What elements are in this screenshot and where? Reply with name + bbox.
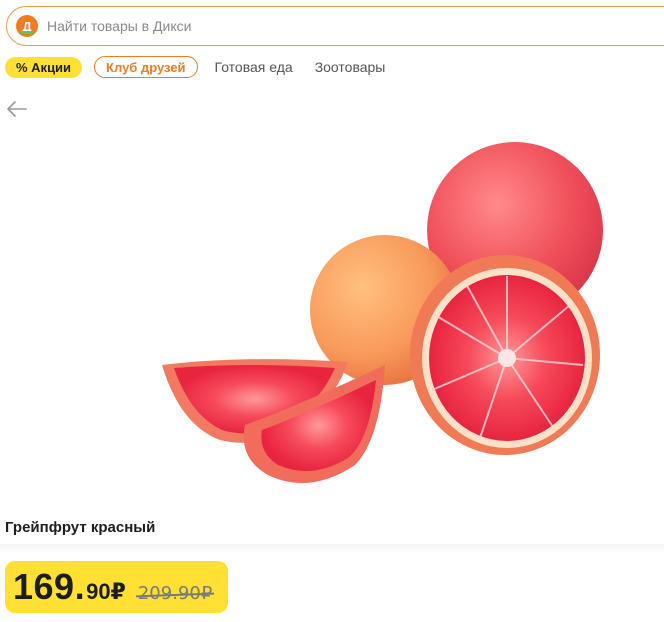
product-title: Грейпфрут красный: [5, 519, 156, 536]
category-ready-food[interactable]: Готовая еда: [215, 59, 293, 75]
search-input[interactable]: [47, 18, 547, 34]
search-bar[interactable]: Д: [6, 6, 664, 46]
section-divider: [0, 544, 664, 554]
category-pet-goods[interactable]: Зоотовары: [315, 59, 386, 75]
promo-chip[interactable]: % Акции: [5, 56, 83, 78]
price-decimal: 90₽: [86, 579, 126, 604]
product-image: [162, 142, 603, 483]
club-chip[interactable]: Клуб друзей: [94, 56, 198, 78]
price-integer: 169.: [13, 566, 86, 607]
half-grapefruit: [410, 255, 600, 455]
category-nav: % Акции Клуб друзей Готовая еда Зоотовар…: [5, 56, 385, 78]
old-price: 209.90₽: [137, 582, 213, 604]
price-badge: 169. 90₽ 209.90₽: [5, 561, 228, 613]
dixy-logo-icon[interactable]: Д: [16, 15, 38, 37]
arrow-left-icon[interactable]: [6, 100, 28, 118]
logo-letter: Д: [22, 18, 32, 34]
